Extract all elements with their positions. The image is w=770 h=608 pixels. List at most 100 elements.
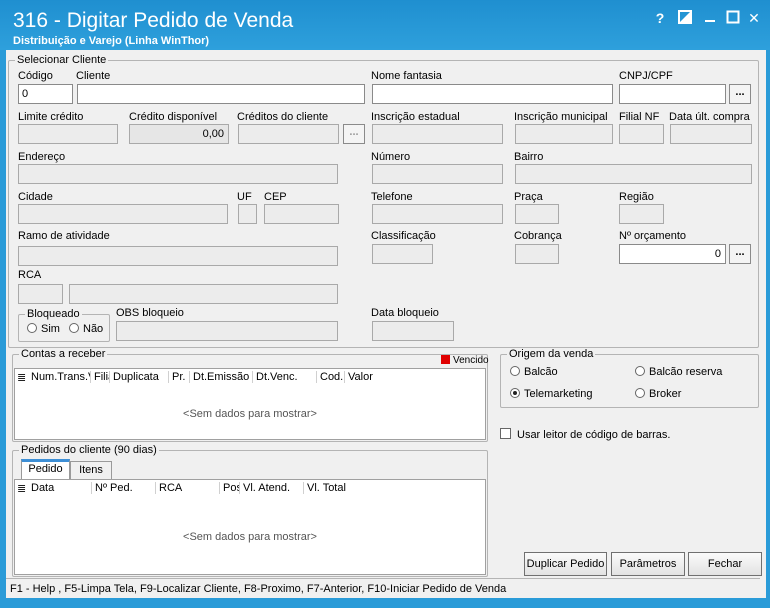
contas-col-header[interactable]: Filia [92,371,110,383]
parametros-button[interactable]: Parâmetros [611,552,685,576]
obs-bloqueio-label: OBS bloqueio [116,307,184,319]
vencido-color-swatch [441,355,450,364]
telemarketing-radio-icon [510,388,520,398]
creditos-cliente-button[interactable]: ... [343,124,365,144]
grid-menu-icon[interactable]: ≣ [15,371,29,384]
contas-col-header[interactable]: Num.Trans.V [29,371,91,383]
window-title: 316 - Digitar Pedido de Venda [13,9,294,32]
endereco-label: Endereço [18,151,66,163]
balcao-reserva-label: Balcão reserva [649,366,723,378]
contas-col-header[interactable]: Cod. [318,371,345,383]
pedidos-empty-message: <Sem dados para mostrar> [183,531,317,543]
numero-field [372,164,503,184]
pedidos-col-header[interactable]: Vl. Total [305,482,365,494]
origem-venda-legend: Origem da venda [507,348,596,360]
bairro-label: Bairro [514,151,544,163]
orcamento-input[interactable]: 0 [619,244,726,264]
duplicar-pedido-button[interactable]: Duplicar Pedido [524,552,607,576]
creditos-cliente-label: Créditos do cliente [237,111,329,123]
telefone-field [372,204,503,224]
inscricao-estadual-field [372,124,503,144]
cnpj-input[interactable] [619,84,726,104]
codigo-label: Código [18,70,53,82]
grid-menu-icon[interactable]: ≣ [15,482,29,495]
endereco-field [18,164,338,184]
creditos-cliente-field [238,124,339,144]
praca-label: Praça [514,191,543,203]
rca-label: RCA [18,269,42,281]
pedidos-col-header[interactable]: Pos [221,482,240,494]
cidade-field [18,204,228,224]
minimize-icon[interactable] [702,10,718,26]
cliente-input[interactable] [77,84,365,104]
selecionar-cliente-legend: Selecionar Cliente [15,54,109,66]
balcao-radio-icon [510,366,520,376]
close-button[interactable]: ✕ [746,10,762,26]
bloqueado-nao-option[interactable]: Não [69,323,103,335]
regiao-label: Região [619,191,654,203]
vencido-label: Vencido [453,355,489,366]
maximize-icon[interactable] [725,10,741,26]
limite-credito-field [18,124,118,144]
cobranca-label: Cobrança [514,230,562,242]
bloqueado-sim-option[interactable]: Sim [27,323,60,335]
pedidos-col-header[interactable]: RCA [157,482,220,494]
restore-icon[interactable] [677,10,693,26]
cep-field [264,204,339,224]
rca-code-field [18,284,63,304]
nome-fantasia-input[interactable] [372,84,613,104]
filial-nf-field [619,124,664,144]
origem-balcao-option[interactable]: Balcão [510,366,558,378]
contas-receber-grid[interactable]: ≣ Num.Trans.V Filia Duplicata Pr. Dt.Emi… [14,368,486,440]
contas-col-header[interactable]: Valor [346,371,386,383]
pedidos-col-header[interactable]: Nº Ped. [93,482,156,494]
origem-broker-option[interactable]: Broker [635,388,681,400]
filial-nf-label: Filial NF [619,111,660,123]
inscricao-municipal-field [515,124,613,144]
checkbox-icon [500,428,511,439]
vencido-legend: Vencido [441,355,489,366]
cidade-label: Cidade [18,191,53,203]
rca-name-field [69,284,338,304]
cnpj-search-button[interactable]: ... [729,84,751,104]
bairro-field [515,164,752,184]
fechar-button[interactable]: Fechar [688,552,762,576]
nao-radio-icon [69,323,79,333]
leitor-codigo-barras-checkbox[interactable]: Usar leitor de código de barras. [500,428,670,441]
cep-label: CEP [264,191,287,203]
sim-radio-icon [27,323,37,333]
pedidos-col-header[interactable]: Vl. Atend. [241,482,304,494]
help-button[interactable]: ? [652,10,668,26]
classificacao-label: Classificação [371,230,436,242]
cliente-label: Cliente [76,70,111,82]
praca-field [515,204,559,224]
orcamento-label: Nº orçamento [619,230,686,242]
origem-balcao-reserva-option[interactable]: Balcão reserva [635,366,722,378]
credito-disponivel-label: Crédito disponível [129,111,218,123]
contas-empty-message: <Sem dados para mostrar> [183,408,317,420]
window-subtitle: Distribuição e Varejo (Linha WinThor) [13,35,210,47]
leitor-codigo-barras-label: Usar leitor de código de barras. [517,429,671,441]
codigo-input[interactable]: 0 [18,84,73,104]
pedidos-grid[interactable]: ≣ Data Nº Ped. RCA Pos Vl. Atend. Vl. To… [14,479,486,575]
pedidos-col-header[interactable]: Data [29,482,92,494]
uf-label: UF [237,191,252,203]
telemarketing-label: Telemarketing [524,388,593,400]
contas-col-header[interactable]: Pr. [170,371,190,383]
classificacao-field [372,244,433,264]
contas-col-header[interactable]: Dt.Emissão [191,371,253,383]
inscricao-estadual-label: Inscrição estadual [371,111,460,123]
ramo-atividade-field [18,246,338,266]
tab-itens[interactable]: Itens [70,461,112,479]
nome-fantasia-label: Nome fantasia [371,70,442,82]
data-bloqueio-field [372,321,454,341]
regiao-field [619,204,664,224]
contas-receber-legend: Contas a receber [19,348,108,360]
origem-telemarketing-option[interactable]: Telemarketing [510,388,592,400]
data-bloqueio-label: Data bloqueio [371,307,439,319]
orcamento-search-button[interactable]: ... [729,244,751,264]
contas-col-header[interactable]: Duplicata [111,371,169,383]
contas-col-header[interactable]: Dt.Venc. [254,371,317,383]
tab-pedido[interactable]: Pedido [21,459,70,479]
ramo-atividade-label: Ramo de atividade [18,230,110,242]
